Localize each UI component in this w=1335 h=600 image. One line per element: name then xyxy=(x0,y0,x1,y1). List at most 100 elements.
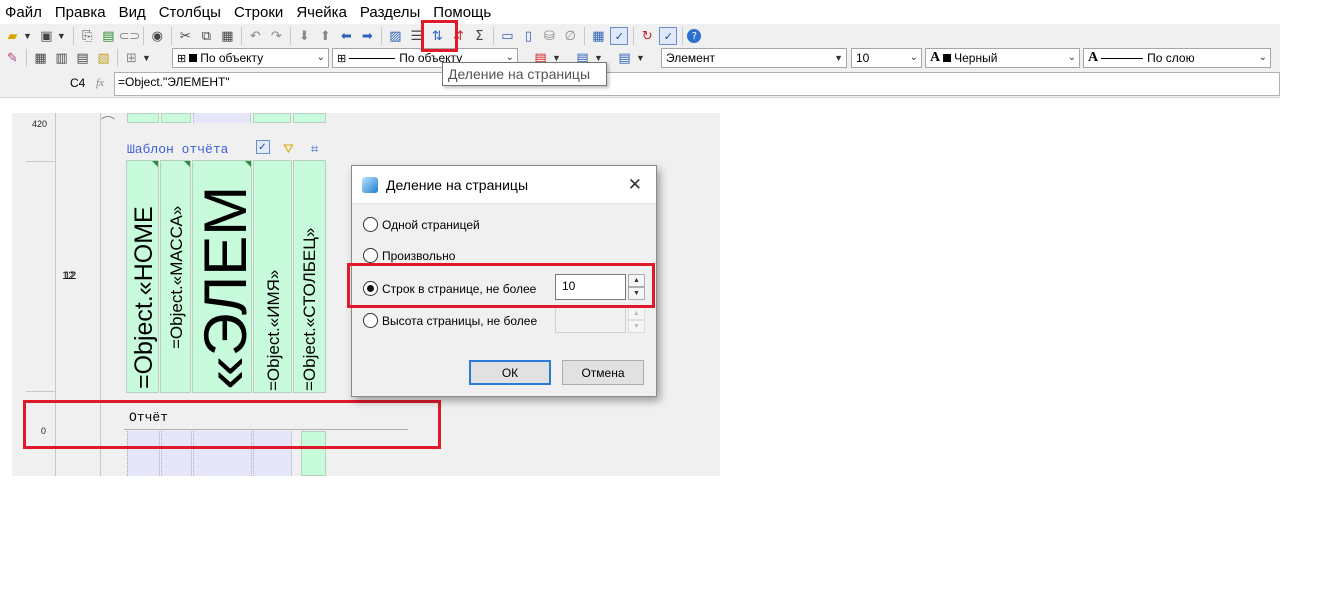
ruler-line xyxy=(26,391,56,392)
save-icon[interactable]: ▣ xyxy=(37,27,55,45)
radio-button[interactable] xyxy=(363,217,378,232)
template-cell-element[interactable]: t.«ЭЛЕМ xyxy=(192,160,252,393)
cell-top[interactable] xyxy=(193,113,251,123)
cut-icon[interactable]: ✂ xyxy=(176,27,194,45)
empty-set-icon[interactable]: ∅ xyxy=(561,27,579,45)
checkbox-icon[interactable]: ✓ xyxy=(255,140,270,154)
menu-bar: Файл Правка Вид Столбцы Строки Ячейка Ра… xyxy=(0,0,1280,24)
database-icon[interactable]: ⛁ xyxy=(540,27,558,45)
formula-input[interactable]: =Object."ЭЛЕМЕНТ" xyxy=(114,72,1280,96)
spin-down-icon[interactable]: ▼ xyxy=(628,320,645,333)
arrow-left-icon[interactable]: ⬅ xyxy=(337,27,355,45)
paste-icon[interactable]: ▦ xyxy=(218,27,236,45)
chevron-down-icon[interactable]: ▼ xyxy=(23,31,32,41)
cell-top[interactable] xyxy=(293,113,326,123)
ok-button[interactable]: ОК xyxy=(469,360,551,385)
option-single-page[interactable]: Одной страницей xyxy=(363,217,480,232)
preview-eye-icon[interactable]: ◉ xyxy=(148,27,166,45)
cell-marker-icon xyxy=(152,161,158,167)
template-cell-name[interactable]: =Object.«ИМЯ» xyxy=(253,160,292,393)
close-icon[interactable]: ✕ xyxy=(628,175,642,195)
radio-button[interactable] xyxy=(363,313,378,328)
option-label: Одной страницей xyxy=(382,217,480,232)
menu-sections[interactable]: Разделы xyxy=(360,4,420,21)
chevron-down-icon[interactable]: ▼ xyxy=(57,31,66,41)
chevron-down-icon: ⌄ xyxy=(1067,52,1076,63)
font-color-icon: A xyxy=(930,50,941,65)
toolbar-separator xyxy=(492,27,494,45)
fx-icon: fx xyxy=(96,77,104,89)
arrow-up-icon[interactable]: ⬆ xyxy=(316,27,334,45)
arrow-right-icon[interactable]: ➡ xyxy=(358,27,376,45)
template-section-label: Шаблон отчёта xyxy=(127,142,229,157)
paste-format-icon[interactable]: ▤ xyxy=(99,27,117,45)
option-label: Произвольно xyxy=(382,248,456,263)
table-columns-icon[interactable]: ▥ xyxy=(53,49,71,67)
arrow-down-icon[interactable]: ⬇ xyxy=(295,27,313,45)
book-icon[interactable]: ▯ xyxy=(519,27,537,45)
group-icon[interactable]: ⌗ xyxy=(306,140,324,158)
menu-rows[interactable]: Строки xyxy=(234,4,283,21)
brush-icon[interactable]: ✎ xyxy=(4,49,22,67)
cell-text: =Object.«ИМЯ» xyxy=(264,269,283,391)
menu-edit[interactable]: Правка xyxy=(55,4,106,21)
help-icon[interactable]: ? xyxy=(687,29,702,43)
cell-top[interactable] xyxy=(253,113,291,123)
spin-up-icon[interactable]: ▲ xyxy=(628,307,645,320)
refresh-icon[interactable]: ↻ xyxy=(638,27,656,45)
chevron-down-icon: ⌄ xyxy=(316,52,325,63)
link-icon[interactable]: ⊂⊃ xyxy=(118,27,140,45)
toolbar-separator xyxy=(142,27,144,45)
standard-toolbar: ▰ ▼ ▣ ▼ ⎘ ▤ ⊂⊃ ◉ ✂ ⧉ ▦ ↶ ↷ ⬇ ⬆ ⬅ ➡ ▨ ☰ ⇅ ⇵… xyxy=(0,24,1280,48)
color-select[interactable]: A Черный ⌄ xyxy=(925,48,1080,68)
line-sample-icon xyxy=(349,57,396,59)
font-size-select[interactable]: 10 ⌄ xyxy=(851,48,922,68)
table-merge-icon[interactable]: ▤ xyxy=(74,49,92,67)
checkbox-toggle-icon[interactable]: ✓ xyxy=(659,27,678,45)
style-select[interactable]: Элемент ▼ xyxy=(661,48,847,68)
sum-icon[interactable]: Σ xyxy=(470,27,488,45)
band-bracket-icon: ⌒ xyxy=(101,115,115,131)
height-spinner[interactable]: ▲ ▼ xyxy=(628,307,645,333)
text-style-select[interactable]: A По слою ⌄ xyxy=(1083,48,1271,68)
open-folder-icon[interactable]: ▰ xyxy=(4,27,22,45)
menu-columns[interactable]: Столбцы xyxy=(159,4,221,21)
menu-view[interactable]: Вид xyxy=(119,4,146,21)
page-split-icon[interactable]: ▨ xyxy=(386,27,404,45)
radio-button[interactable] xyxy=(363,248,378,263)
calculator-icon[interactable]: ▦ xyxy=(589,27,607,45)
borders-icon[interactable]: ⊞ xyxy=(123,49,141,67)
filter-icon[interactable]: ⛛ xyxy=(280,140,298,158)
template-cell-number[interactable]: =Object.«НОМЕ xyxy=(126,160,159,393)
line-sample-icon xyxy=(1101,57,1144,59)
highlight-toolbar-button xyxy=(421,20,458,52)
toolbar-separator xyxy=(289,27,291,45)
menu-help[interactable]: Помощь xyxy=(433,4,491,21)
copy-format-icon[interactable]: ⎘ xyxy=(78,27,96,45)
border-style-select[interactable]: ⊞ По объекту ⌄ xyxy=(172,48,329,68)
style-value: Элемент xyxy=(666,51,715,65)
copy-icon[interactable]: ⧉ xyxy=(197,27,215,45)
redo-icon[interactable]: ↷ xyxy=(267,27,285,45)
chevron-down-icon[interactable]: ▼ xyxy=(636,53,645,63)
template-cell-mass[interactable]: =Object.«МАССА» xyxy=(160,160,191,393)
menu-cell[interactable]: Ячейка xyxy=(296,4,347,21)
page-height-input[interactable] xyxy=(555,307,626,333)
cancel-button[interactable]: Отмена xyxy=(562,360,644,385)
option-arbitrary[interactable]: Произвольно xyxy=(363,248,455,263)
field-icon[interactable]: ▭ xyxy=(498,27,516,45)
chevron-down-icon: ⌄ xyxy=(1258,52,1267,63)
cell-top[interactable] xyxy=(127,113,159,123)
toolbar-separator xyxy=(72,27,74,45)
table-icon[interactable]: ▦ xyxy=(32,49,50,67)
cell-marker-icon xyxy=(184,161,190,167)
cell-top[interactable] xyxy=(161,113,191,123)
table-edit-icon[interactable]: ▧ xyxy=(95,49,113,67)
checkbox-toggle-icon[interactable]: ✓ xyxy=(610,27,629,45)
template-cell-column[interactable]: =Object.«СТОЛБЕЦ» xyxy=(293,160,326,393)
menu-file[interactable]: Файл xyxy=(5,4,42,21)
chevron-down-icon[interactable]: ▼ xyxy=(142,53,151,63)
option-page-height[interactable]: Высота страницы, не более xyxy=(363,313,537,328)
text-wrap-icon[interactable]: ▤ xyxy=(616,49,634,67)
undo-icon[interactable]: ↶ xyxy=(246,27,264,45)
